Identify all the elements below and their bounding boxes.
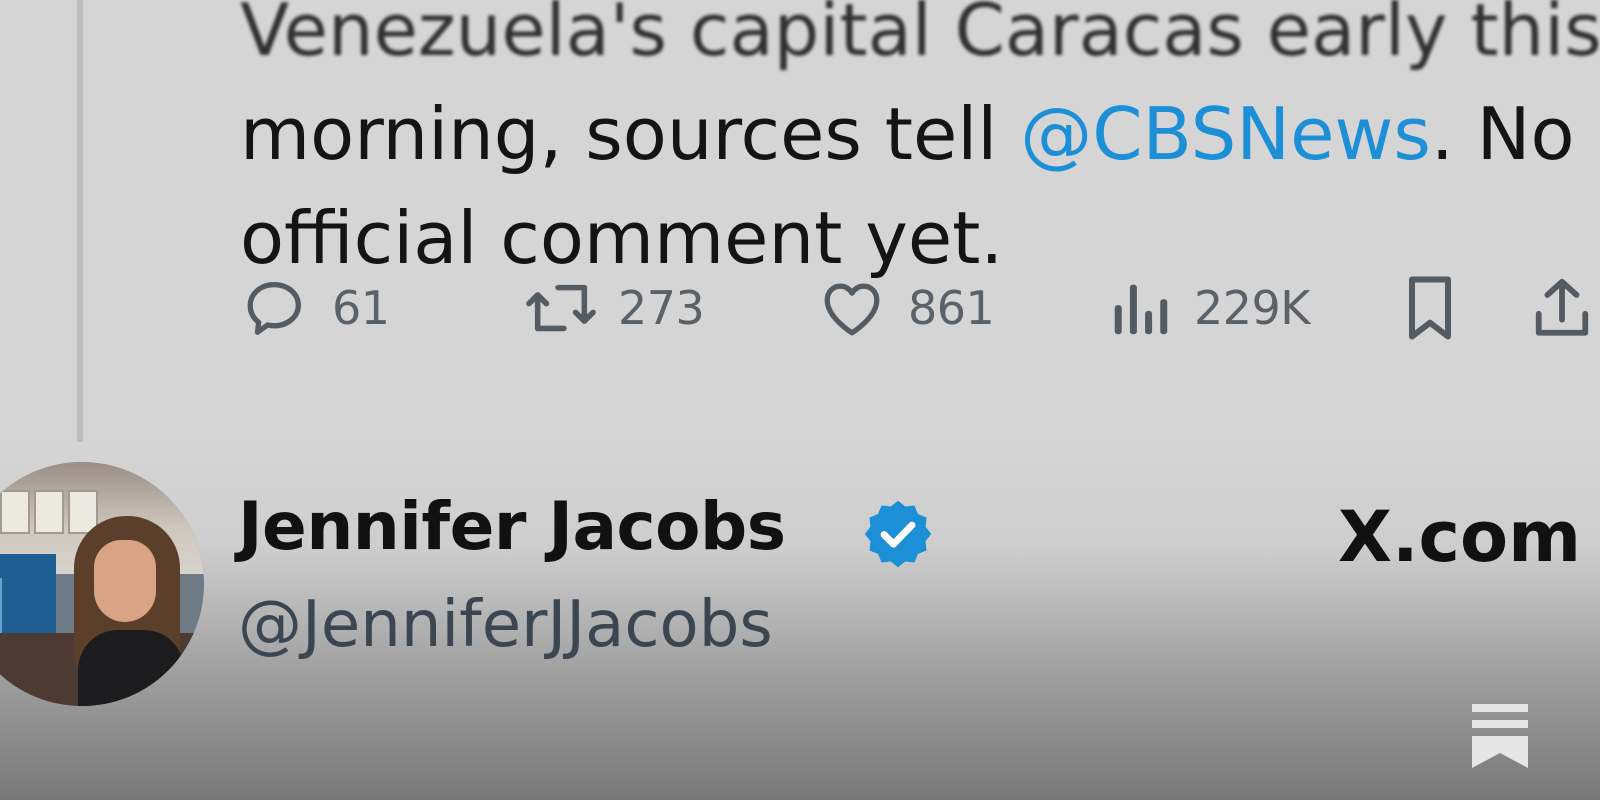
author-handle[interactable]: @JenniferJJacobs: [238, 588, 773, 662]
author-name[interactable]: Jennifer Jacobs: [238, 488, 786, 565]
like-count: 861: [908, 281, 995, 335]
verified-badge-icon: [864, 500, 932, 568]
avatar-window: [34, 490, 64, 534]
bookmark-button[interactable]: [1398, 272, 1462, 344]
reply-count: 61: [332, 281, 390, 335]
substack-bookmark-icon: [1472, 704, 1528, 768]
share-button[interactable]: [1530, 272, 1594, 344]
views-icon: [1114, 284, 1168, 335]
heart-icon: [824, 283, 880, 336]
mention-link-cbsnews[interactable]: @CBSNews: [1020, 92, 1431, 176]
avatar-window: [0, 490, 30, 534]
tweet-line-2-prefix: morning, sources tell: [240, 92, 1021, 176]
reply-button[interactable]: 61: [240, 272, 390, 344]
retweet-icon: [526, 284, 596, 332]
views-count: 229K: [1194, 281, 1310, 335]
like-button[interactable]: 861: [816, 272, 995, 344]
share-icon: [1535, 278, 1589, 336]
retweet-button[interactable]: 273: [522, 272, 705, 344]
avatar-body: [78, 630, 184, 706]
source-label: X.com: [1338, 496, 1582, 578]
tweet-line-2: morning, sources tell @CBSNews. No: [240, 82, 1600, 186]
avatar[interactable]: [0, 462, 204, 706]
tweet-action-bar: 61 273 861 229K: [0, 272, 1600, 344]
tweet-line-2-suffix: . No: [1430, 92, 1575, 176]
bookmark-icon: [1409, 276, 1451, 340]
tweet-body: Venezuela's capital Caracas early this m…: [240, 0, 1600, 290]
avatar-banner: [0, 554, 56, 640]
reply-icon: [247, 282, 301, 335]
retweet-count: 273: [618, 281, 705, 335]
tweet-line-partial: Venezuela's capital Caracas early this: [240, 0, 1600, 72]
avatar-banner-panel: [0, 578, 2, 634]
thread-connector-line: [77, 0, 83, 442]
avatar-face: [94, 540, 156, 622]
views-button[interactable]: 229K: [1108, 272, 1310, 344]
